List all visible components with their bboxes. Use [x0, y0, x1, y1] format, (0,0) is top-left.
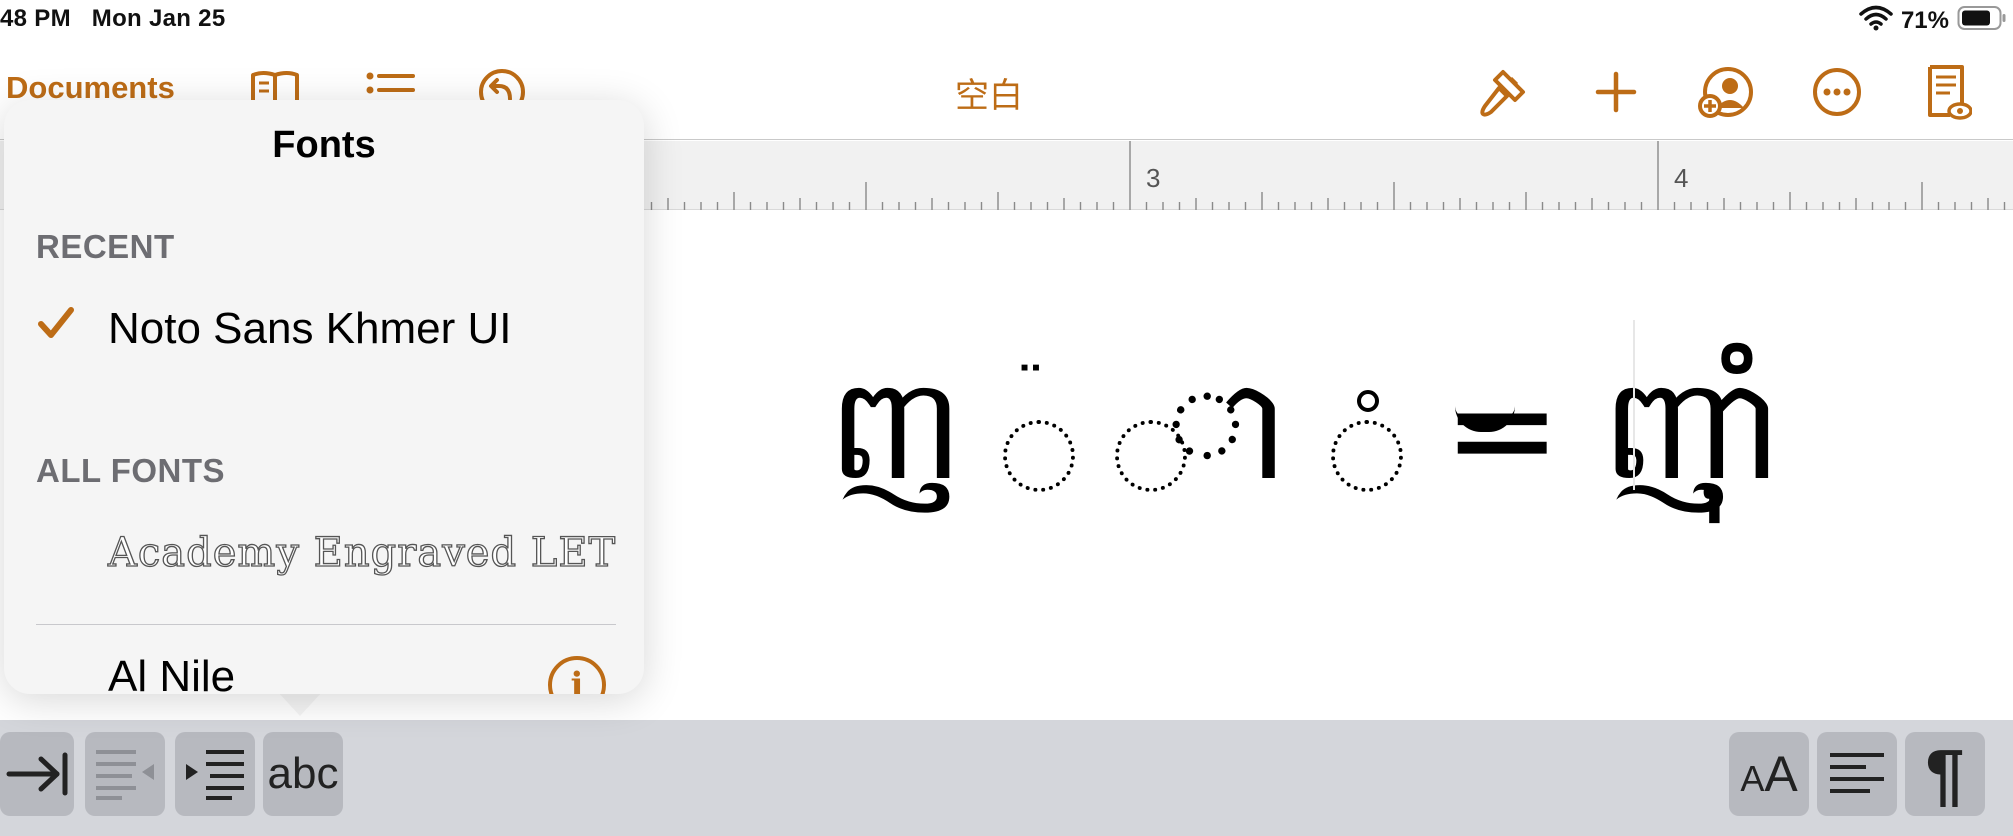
document-title[interactable]: 空白: [955, 68, 1023, 117]
abc-button[interactable]: abc: [263, 732, 343, 816]
tab-indent-icon[interactable]: [0, 732, 74, 816]
ruler-label-3: 3: [1146, 163, 1161, 193]
all-fonts-header: ALL FONTS: [36, 452, 226, 489]
text-size-icon[interactable]: AA: [1729, 732, 1809, 816]
text-boundary: [1633, 320, 1635, 490]
battery-percent: 71%: [1900, 6, 1949, 34]
font-row-al-nile[interactable]: Al Nile i: [4, 626, 644, 694]
ruler-label-4: 4: [1674, 163, 1689, 193]
document-text[interactable]: ញ ¨ា = ញ៉ាំ: [828, 340, 1782, 520]
khmer-vowel-aa: ា: [1165, 347, 1291, 512]
increase-indent-icon[interactable]: [175, 732, 255, 816]
pilcrow: ¶: [1925, 735, 1965, 813]
status-time: 48 PM: [0, 5, 71, 32]
text-size-small: A: [1740, 758, 1765, 799]
document-view-icon[interactable]: [1918, 62, 1978, 122]
dotted-circle-aa: [1115, 420, 1188, 492]
battery-icon: [1957, 5, 2007, 36]
khmer-result: ញ៉ាំ: [1601, 347, 1782, 512]
status-bar: 48 PM Mon Jan 25 71%: [0, 0, 2013, 40]
info-icon[interactable]: i: [548, 656, 606, 694]
recent-header: RECENT: [36, 228, 175, 265]
equals-sign: =: [1442, 347, 1562, 512]
paintbrush-icon[interactable]: [1475, 62, 1535, 122]
khmer-consonant: ញ: [828, 347, 964, 512]
text-size-label: AA: [1740, 745, 1797, 803]
status-date: Mon Jan 25: [91, 5, 226, 32]
wifi-icon: [1859, 5, 1893, 36]
font-name: Al Nile: [108, 652, 236, 694]
collaborate-icon[interactable]: [1696, 62, 1756, 122]
popover-title: Fonts: [272, 124, 376, 166]
plus-icon[interactable]: [1586, 62, 1646, 122]
font-row-noto-sans-khmer-ui[interactable]: Noto Sans Khmer UI: [4, 280, 644, 390]
text-size-large: A: [1764, 746, 1798, 802]
checkmark-icon: [38, 306, 74, 345]
dotted-circle-diaeresis: ¨: [1003, 360, 1076, 492]
align-left-icon[interactable]: [1817, 732, 1897, 816]
font-name: Academy Engraved LET: [107, 529, 617, 576]
popover-arrow: [278, 692, 322, 716]
dotted-circle-nikahit: [1330, 390, 1403, 492]
font-name: Noto Sans Khmer UI: [108, 304, 512, 353]
status-right: 71%: [1859, 5, 2007, 36]
status-time-date: 48 PM Mon Jan 25: [0, 5, 225, 33]
abc-label: abc: [267, 749, 339, 798]
fonts-popover: Fonts RECENT Noto Sans Khmer UI ALL FONT…: [4, 100, 644, 694]
paragraph-icon[interactable]: ¶: [1905, 732, 1985, 816]
keyboard-accessory-bar: abc AA ¶: [0, 720, 2013, 836]
pages-app-screen: 48 PM Mon Jan 25 71% Documents 空白 3 4 ញ …: [0, 0, 2013, 836]
divider: [36, 624, 616, 625]
font-row-academy-engraved[interactable]: Academy Engraved LET: [4, 502, 644, 612]
decrease-indent-icon[interactable]: [85, 732, 165, 816]
more-icon[interactable]: [1807, 62, 1867, 122]
